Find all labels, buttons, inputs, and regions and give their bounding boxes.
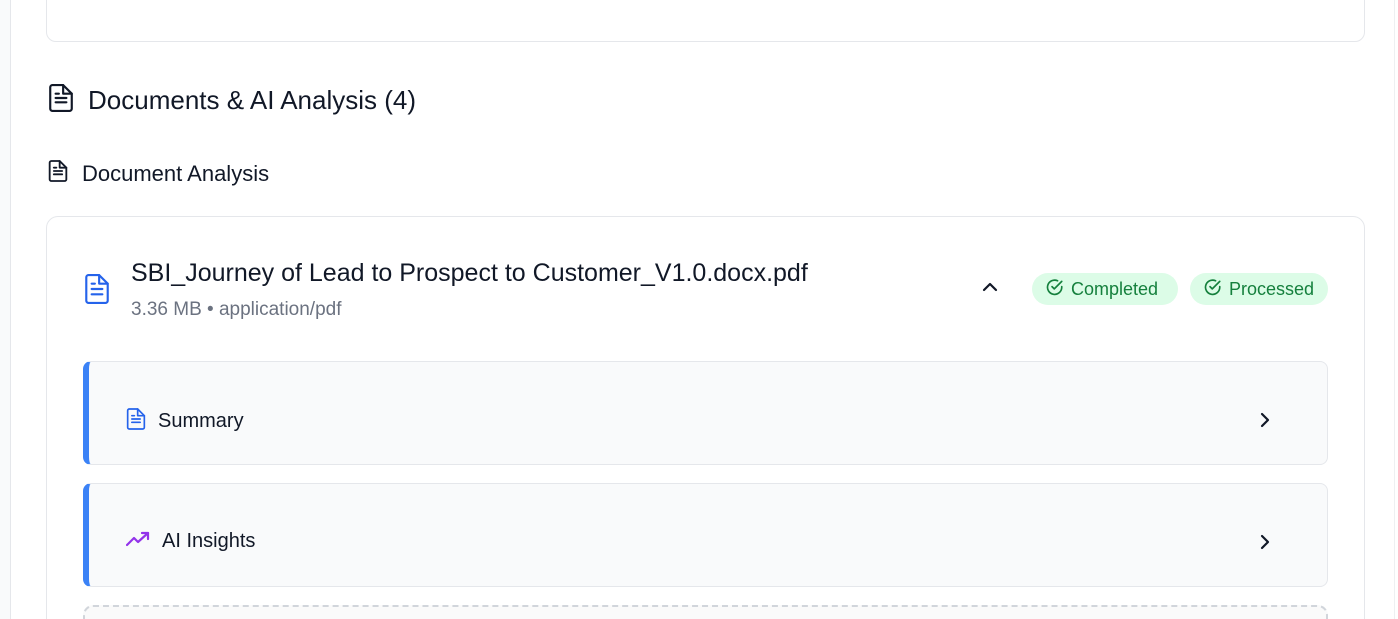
file-text-icon bbox=[126, 408, 146, 435]
summary-panel[interactable]: Summary bbox=[83, 361, 1328, 465]
status-badge-completed: Completed bbox=[1032, 273, 1178, 305]
file-text-icon bbox=[84, 274, 110, 309]
top-card bbox=[46, 0, 1365, 42]
check-circle-icon bbox=[1046, 278, 1064, 301]
badge-label: Completed bbox=[1071, 278, 1159, 299]
check-circle-icon bbox=[1204, 278, 1222, 301]
chevron-right-icon bbox=[1259, 411, 1271, 434]
scrollbar-track[interactable] bbox=[1394, 0, 1398, 619]
analysis-header: Document Analysis bbox=[48, 160, 269, 187]
collapse-button[interactable] bbox=[976, 275, 1004, 303]
section-header: Documents & AI Analysis (4) bbox=[48, 84, 416, 117]
document-name: SBI_Journey of Lead to Prospect to Custo… bbox=[131, 259, 808, 287]
file-text-icon bbox=[48, 160, 68, 187]
upload-dropzone[interactable] bbox=[83, 605, 1328, 619]
document-meta: 3.36 MB • application/pdf bbox=[131, 299, 342, 320]
status-badge-processed: Processed bbox=[1190, 273, 1328, 305]
analysis-title: Document Analysis bbox=[82, 160, 270, 186]
chevron-right-icon bbox=[1259, 533, 1271, 556]
file-text-icon bbox=[48, 84, 74, 117]
section-title: Documents & AI Analysis (4) bbox=[88, 85, 417, 115]
badge-label: Processed bbox=[1229, 278, 1315, 299]
left-sidebar-edge bbox=[0, 0, 11, 619]
ai-insights-panel[interactable]: AI Insights bbox=[83, 483, 1328, 587]
trending-up-icon bbox=[125, 530, 150, 553]
ai-insights-label: AI Insights bbox=[162, 530, 256, 552]
summary-label: Summary bbox=[158, 410, 244, 432]
chevron-up-icon bbox=[981, 280, 999, 298]
